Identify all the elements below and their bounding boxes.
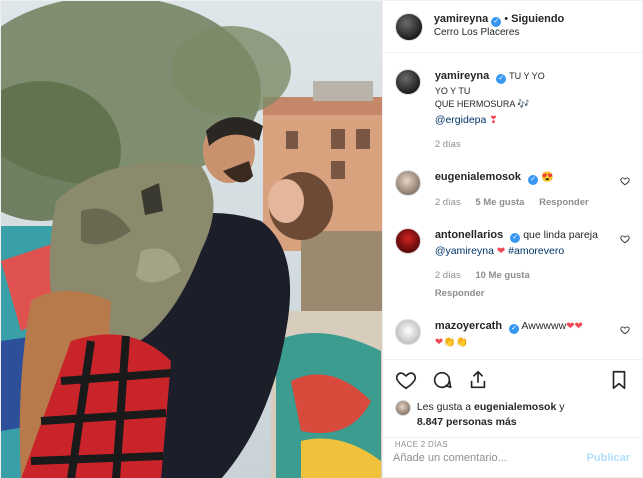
action-icons bbox=[395, 368, 630, 392]
liker-avatar[interactable] bbox=[394, 399, 411, 416]
couple-kissing-photo bbox=[1, 1, 382, 478]
post-location[interactable]: Cerro Los Placeres bbox=[434, 27, 564, 40]
bookmark-icon[interactable] bbox=[608, 369, 630, 391]
comment-item: eugenialemosok ✓ 😍 2 días 5 Me gusta Resp… bbox=[394, 170, 630, 210]
following-button[interactable]: Siguiendo bbox=[511, 13, 564, 25]
comment-body: mazoyercath ✓ Awwwww❤❤ ❤👏👏 bbox=[435, 319, 630, 350]
likes-text: Les gusta a eugenialemosok y 8.847 perso… bbox=[417, 400, 565, 430]
music-emoji-icon: 🎶 bbox=[517, 99, 530, 111]
comment-text: Awwwww bbox=[521, 319, 567, 332]
comment-username[interactable]: mazoyercath bbox=[435, 320, 502, 332]
comment-body: antonellarios ✓ que linda pareja @yamirey… bbox=[435, 228, 630, 301]
add-comment-bar: Publicar bbox=[381, 437, 642, 477]
reply-button[interactable]: Responder bbox=[435, 288, 485, 299]
comment-likes[interactable]: 10 Me gusta bbox=[475, 270, 529, 281]
caption-meta: 2 días bbox=[435, 138, 612, 152]
red-heart-emoji-icon: ❤❤ bbox=[566, 320, 583, 332]
comment-reply-row: Responder bbox=[435, 287, 612, 301]
verified-badge-icon: ✓ bbox=[510, 232, 521, 243]
separator-dot: • bbox=[504, 13, 509, 26]
caption-username[interactable]: yamireyna bbox=[435, 70, 489, 82]
likes-connector: y bbox=[559, 400, 565, 413]
likes-count[interactable]: 8.847 personas más bbox=[417, 416, 517, 428]
red-heart-emoji-icon: ❤ bbox=[496, 245, 506, 257]
likes-user[interactable]: eugenialemosok bbox=[474, 401, 556, 413]
likes-summary: Les gusta a eugenialemosok y 8.847 perso… bbox=[394, 399, 630, 430]
verified-badge-icon: ✓ bbox=[496, 74, 507, 85]
verified-badge-icon: ✓ bbox=[528, 175, 539, 186]
heart-eyes-emoji-icon: 😍 bbox=[540, 172, 554, 184]
comment-item: antonellarios ✓ que linda pareja @yamirey… bbox=[394, 227, 630, 301]
likes-prefix: Les gusta a bbox=[416, 400, 472, 413]
red-heart-emoji-icon: ❤ bbox=[434, 336, 444, 348]
caption-body: yamireyna ✓ TU Y YO YO Y TU QUE HERMOSURA… bbox=[435, 69, 630, 152]
comment-time[interactable]: 2 días bbox=[435, 197, 461, 208]
post-photo[interactable] bbox=[1, 1, 382, 478]
caption-line: TU Y YO bbox=[509, 71, 545, 82]
commenter-avatar[interactable] bbox=[394, 170, 421, 197]
comment-username[interactable]: antonellarios bbox=[435, 229, 503, 241]
author-username[interactable]: yamireyna bbox=[434, 13, 488, 25]
comments-list[interactable]: yamireyna ✓ TU Y YO YO Y TU QUE HERMOSURA… bbox=[383, 53, 642, 358]
comment-meta: 2 días 5 Me gusta Responder bbox=[435, 196, 612, 210]
like-comment-heart-icon[interactable] bbox=[620, 176, 630, 186]
verified-badge-icon: ✓ bbox=[491, 17, 502, 28]
comment-body: eugenialemosok ✓ 😍 2 días 5 Me gusta Resp… bbox=[435, 170, 630, 210]
caption-line: QUE HERMOSURA 🎶 bbox=[435, 98, 612, 113]
comment-time[interactable]: 2 días bbox=[435, 270, 461, 281]
commenter-avatar[interactable] bbox=[394, 227, 421, 254]
post-sidebar: yamireyna ✓ • Siguiendo Cerro Los Placeres … bbox=[381, 1, 642, 478]
verified-badge-icon: ✓ bbox=[509, 323, 520, 334]
comment-item: mazoyercath ✓ Awwwww❤❤ ❤👏👏 bbox=[394, 318, 630, 350]
comment-likes[interactable]: 5 Me gusta bbox=[475, 197, 524, 208]
comment-mention[interactable]: @yamireyna bbox=[435, 245, 494, 257]
author-avatar[interactable] bbox=[394, 12, 423, 41]
caption-line-text: QUE HERMOSURA bbox=[434, 99, 515, 110]
commenter-avatar[interactable] bbox=[394, 318, 421, 345]
caption-mention[interactable]: @ergidepa bbox=[435, 114, 487, 126]
comment-icon[interactable] bbox=[431, 369, 453, 391]
like-comment-heart-icon[interactable] bbox=[620, 234, 630, 244]
comment-text: que linda pareja bbox=[523, 228, 598, 241]
clapping-emoji-icon: 👏👏 bbox=[443, 336, 469, 348]
comment-hashtag[interactable]: #amorevero bbox=[508, 245, 564, 257]
caption-time[interactable]: 2 días bbox=[435, 139, 461, 150]
caption: yamireyna ✓ TU Y YO YO Y TU QUE HERMOSURA… bbox=[394, 69, 630, 152]
caption-avatar[interactable] bbox=[394, 69, 421, 96]
author-meta: yamireyna ✓ • Siguiendo Cerro Los Placeres bbox=[434, 13, 564, 40]
heart-icon[interactable] bbox=[395, 369, 417, 391]
like-comment-heart-icon[interactable] bbox=[620, 325, 630, 335]
caption-line: YO Y TU bbox=[434, 86, 471, 97]
publish-button[interactable]: Publicar bbox=[587, 452, 630, 464]
comment-input[interactable] bbox=[393, 451, 587, 464]
comment-username[interactable]: eugenialemosok bbox=[435, 171, 521, 183]
reply-button[interactable]: Responder bbox=[539, 197, 589, 208]
post-header: yamireyna ✓ • Siguiendo Cerro Los Placeres bbox=[382, 1, 642, 54]
instagram-post: yamireyna ✓ • Siguiendo Cerro Los Placeres … bbox=[0, 0, 643, 478]
share-icon[interactable] bbox=[467, 369, 489, 391]
comment-meta: 2 días 10 Me gusta bbox=[435, 269, 612, 283]
red-heart-emoji-icon: ❣ bbox=[489, 114, 498, 126]
